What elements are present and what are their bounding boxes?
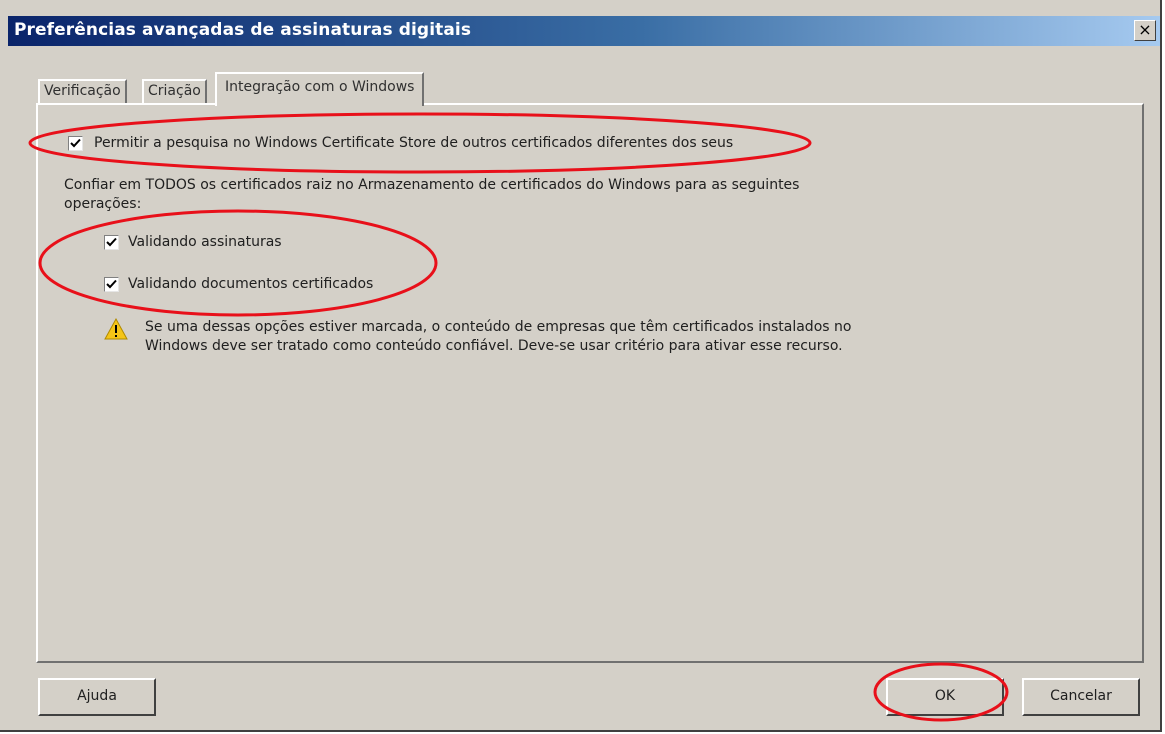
- warning-icon: [104, 318, 128, 340]
- tab-criacao[interactable]: Criação: [142, 79, 207, 104]
- dialog-window: Preferências avançadas de assinaturas di…: [0, 0, 1162, 732]
- ok-button[interactable]: OK: [886, 678, 1004, 716]
- title-bar: Preferências avançadas de assinaturas di…: [8, 16, 1160, 46]
- close-icon: ×: [1138, 20, 1152, 39]
- tab-label: Criação: [148, 83, 201, 99]
- close-button[interactable]: ×: [1134, 20, 1156, 41]
- validate-signatures-label: Validando assinaturas: [128, 234, 282, 250]
- window-title: Preferências avançadas de assinaturas di…: [14, 20, 472, 40]
- tab-integracao-windows[interactable]: Integração com o Windows: [215, 72, 425, 106]
- checkmark-icon: [106, 237, 117, 247]
- checkmark-icon: [70, 138, 81, 148]
- search-store-checkbox[interactable]: [68, 136, 83, 151]
- warning-text: Se uma dessas opções estiver marcada, o …: [145, 319, 852, 354]
- validate-signatures-checkbox[interactable]: [104, 235, 119, 250]
- tab-label: Integração com o Windows: [225, 79, 415, 95]
- tab-verificacao[interactable]: Verificação: [38, 79, 127, 104]
- cancel-button[interactable]: Cancelar: [1022, 678, 1140, 716]
- tab-label: Verificação: [44, 83, 121, 99]
- search-store-label: Permitir a pesquisa no Windows Certifica…: [94, 135, 734, 151]
- validate-certified-docs-checkbox[interactable]: [104, 277, 119, 292]
- checkmark-icon: [106, 279, 117, 289]
- validate-certified-docs-label: Validando documentos certificados: [128, 276, 374, 292]
- trust-paragraph: Confiar em TODOS os certificados raiz no…: [64, 177, 800, 212]
- help-button[interactable]: Ajuda: [38, 678, 156, 716]
